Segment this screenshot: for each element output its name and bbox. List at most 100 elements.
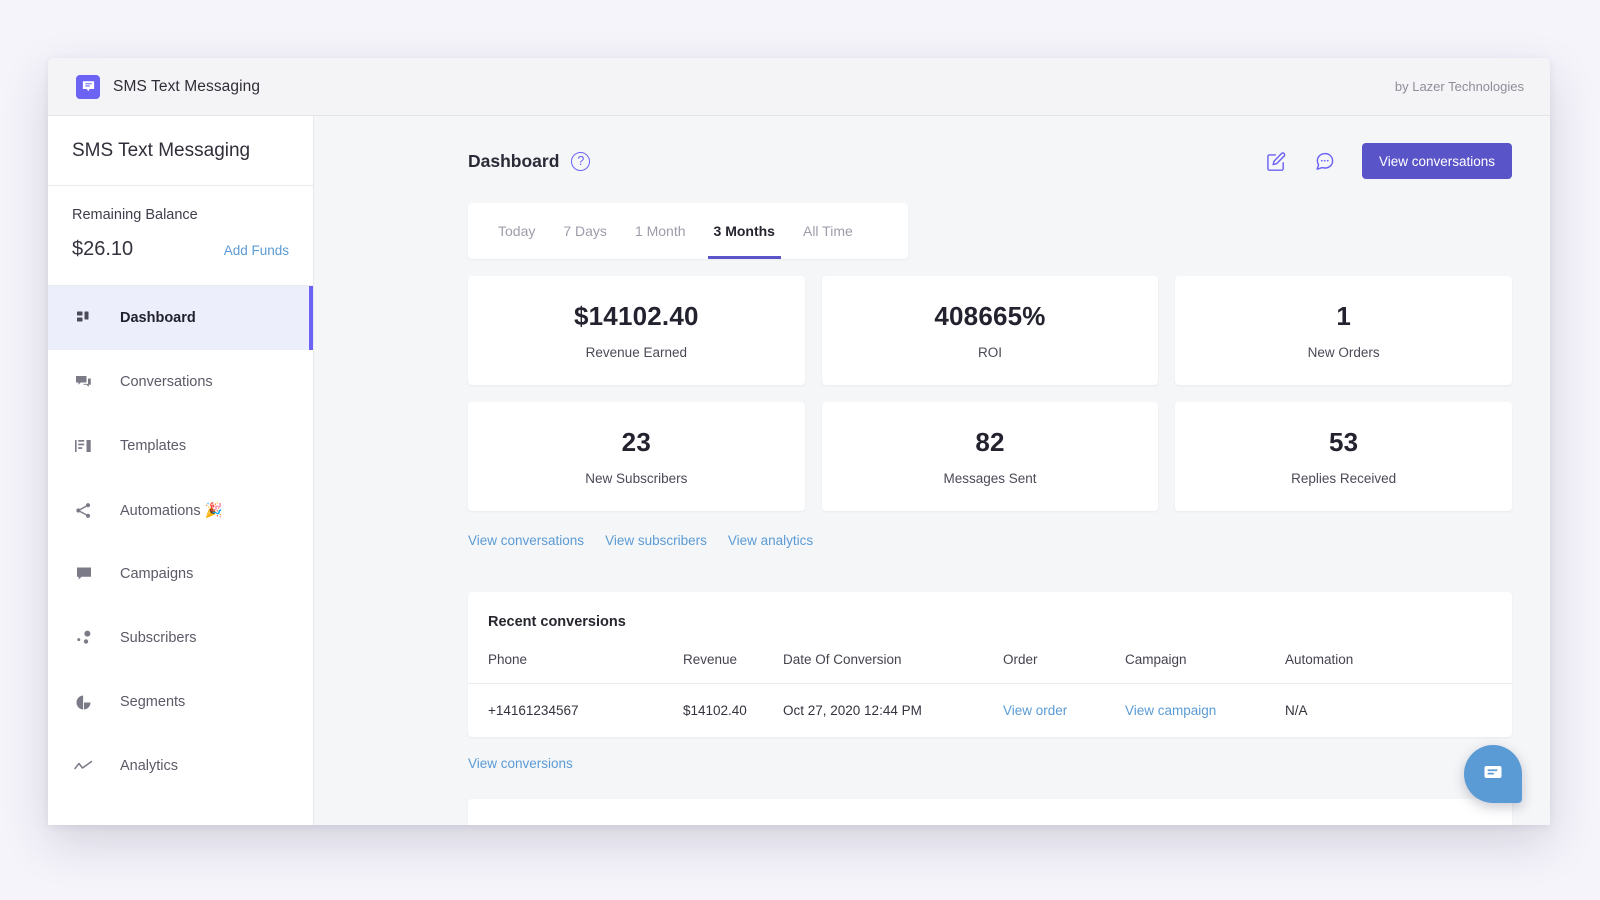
sidebar-item-analytics[interactable]: Analytics [48,734,313,798]
sidebar-item-label: Templates [120,438,187,454]
cell-automation: N/A [1285,703,1308,718]
sidebar-brand: SMS Text Messaging [48,116,313,186]
date-range-tabs: Today 7 Days 1 Month 3 Months All Time [468,203,908,259]
stat-value: 82 [975,427,1005,457]
stat-card-new-subscribers: 23 New Subscribers [468,402,805,511]
chat-icon [74,373,93,392]
stat-value: 408665% [934,301,1046,331]
sidebar-item-label: Analytics [120,758,179,774]
sidebar-item-label: Automations 🎉 [120,502,223,519]
topbar-title: SMS Text Messaging [113,77,261,95]
page-header: Dashboard ? View conversations [468,138,1512,184]
balance-label: Remaining Balance [72,207,198,223]
stat-label: ROI [977,345,1002,360]
column-header-automation: Automation [1265,644,1512,684]
help-icon[interactable]: ? [571,151,591,171]
trend-line-icon [74,757,93,776]
nodes-icon [74,629,93,648]
tab-1-month[interactable]: 1 Month [621,203,700,259]
pie-chart-icon [74,693,93,712]
share-icon [74,501,93,520]
sidebar-item-segments[interactable]: Segments [48,670,313,734]
stat-label: Revenue Earned [585,345,687,360]
chat-bubble-icon[interactable] [1314,150,1336,172]
column-header-campaign: Campaign [1105,644,1265,684]
cell-phone: +14161234567 [488,703,579,718]
link-view-conversations[interactable]: View conversations [468,533,584,548]
next-panel-partial [468,799,1512,825]
tab-3-months[interactable]: 3 Months [700,203,789,259]
message-icon [74,565,93,584]
stats-grid: $14102.40 Revenue Earned 408665% ROI 1 N… [468,276,1512,511]
tab-7-days[interactable]: 7 Days [549,203,621,259]
app-window: SMS Text Messaging by Lazer Technologies… [48,58,1550,825]
main-inner: Dashboard ? View conversations Today 7 D… [314,116,1550,825]
stat-value: 53 [1328,427,1359,457]
stat-label: Messages Sent [943,471,1037,486]
table-row: +14161234567 $14102.40 Oct 27, 2020 12:4… [468,684,1512,738]
remaining-balance-block: Remaining Balance $26.10 Add Funds [48,186,313,286]
stat-label: New Subscribers [585,471,688,486]
cell-view-order-link[interactable]: View order [983,684,1105,738]
page-header-left: Dashboard ? [468,150,591,172]
sidebar-item-dashboard[interactable]: Dashboard [48,286,313,350]
compose-icon[interactable] [1266,150,1288,172]
recent-conversions-table: Phone Revenue Date Of Conversion Order C… [468,644,1512,737]
grid-icon [74,309,93,328]
speech-bubble-icon [76,74,100,99]
cell-revenue: $14102.40 [683,703,747,718]
stat-card-replies-received: 53 Replies Received [1175,402,1512,511]
link-view-analytics[interactable]: View analytics [728,533,813,548]
stat-card-new-orders: 1 New Orders [1175,276,1512,385]
app-topbar: SMS Text Messaging by Lazer Technologies [48,58,1550,116]
balance-row: $26.10 Add Funds [72,238,289,261]
panel-title: Recent conversions [488,614,626,630]
column-header-revenue: Revenue [663,644,763,684]
sidebar-item-conversations[interactable]: Conversations [48,350,313,414]
topbar-credit: by Lazer Technologies [1394,79,1524,94]
sidebar-nav: Dashboard Conversations Templates Automa… [48,286,313,825]
sidebar-item-campaigns[interactable]: Campaigns [48,542,313,606]
stat-card-messages-sent: 82 Messages Sent [821,402,1159,511]
stat-card-revenue-earned: $14102.40 Revenue Earned [468,276,805,385]
sidebar-item-automations[interactable]: Automations 🎉 [48,478,313,542]
table-body: +14161234567 $14102.40 Oct 27, 2020 12:4… [468,684,1512,738]
table-header-row: Phone Revenue Date Of Conversion Order C… [468,644,1512,684]
window-body: SMS Text Messaging Remaining Balance $26… [48,116,1550,825]
stat-value: $14102.40 [573,301,699,331]
sidebar-item-templates[interactable]: Templates [48,414,313,478]
link-view-subscribers[interactable]: View subscribers [605,533,707,548]
stat-card-roi: 408665% ROI [821,276,1159,385]
stat-value: 1 [1336,301,1351,331]
sidebar-item-subscribers[interactable]: Subscribers [48,606,313,670]
quick-links: View conversations View subscribers View… [468,533,1512,548]
list-icon [74,437,93,456]
sidebar-item-label: Subscribers [120,630,197,646]
recent-conversions-panel: Recent conversions Phone Revenue Date Of… [468,592,1512,737]
page-header-actions: View conversations [1266,143,1512,179]
chat-widget-button[interactable] [1464,745,1522,803]
sidebar-item-label: Dashboard [120,310,196,326]
page-title: Dashboard [468,150,560,171]
tab-all-time[interactable]: All Time [789,203,867,259]
table-head: Phone Revenue Date Of Conversion Order C… [468,644,1512,684]
chat-widget-icon [1480,759,1506,790]
sidebar: SMS Text Messaging Remaining Balance $26… [48,116,314,825]
main-content: Dashboard ? View conversations Today 7 D… [314,116,1550,825]
stat-label: Replies Received [1291,471,1397,486]
sidebar-item-label: Campaigns [120,566,194,582]
cell-view-campaign-link[interactable]: View campaign [1105,684,1265,738]
sidebar-item-label: Segments [120,694,186,710]
cell-date: Oct 27, 2020 12:44 PM [783,703,922,718]
view-conversions-link[interactable]: View conversions [468,756,573,771]
tab-today[interactable]: Today [484,203,549,259]
topbar-left-group: SMS Text Messaging [76,74,261,99]
column-header-date-of-conversion: Date Of Conversion [763,644,983,684]
column-header-order: Order [983,644,1105,684]
sidebar-item-label: Conversations [120,374,213,390]
balance-amount: $26.10 [72,238,134,260]
stat-value: 23 [621,427,651,457]
add-funds-link[interactable]: Add Funds [224,243,289,258]
view-conversations-button[interactable]: View conversations [1361,143,1512,179]
stat-label: New Orders [1307,345,1380,360]
